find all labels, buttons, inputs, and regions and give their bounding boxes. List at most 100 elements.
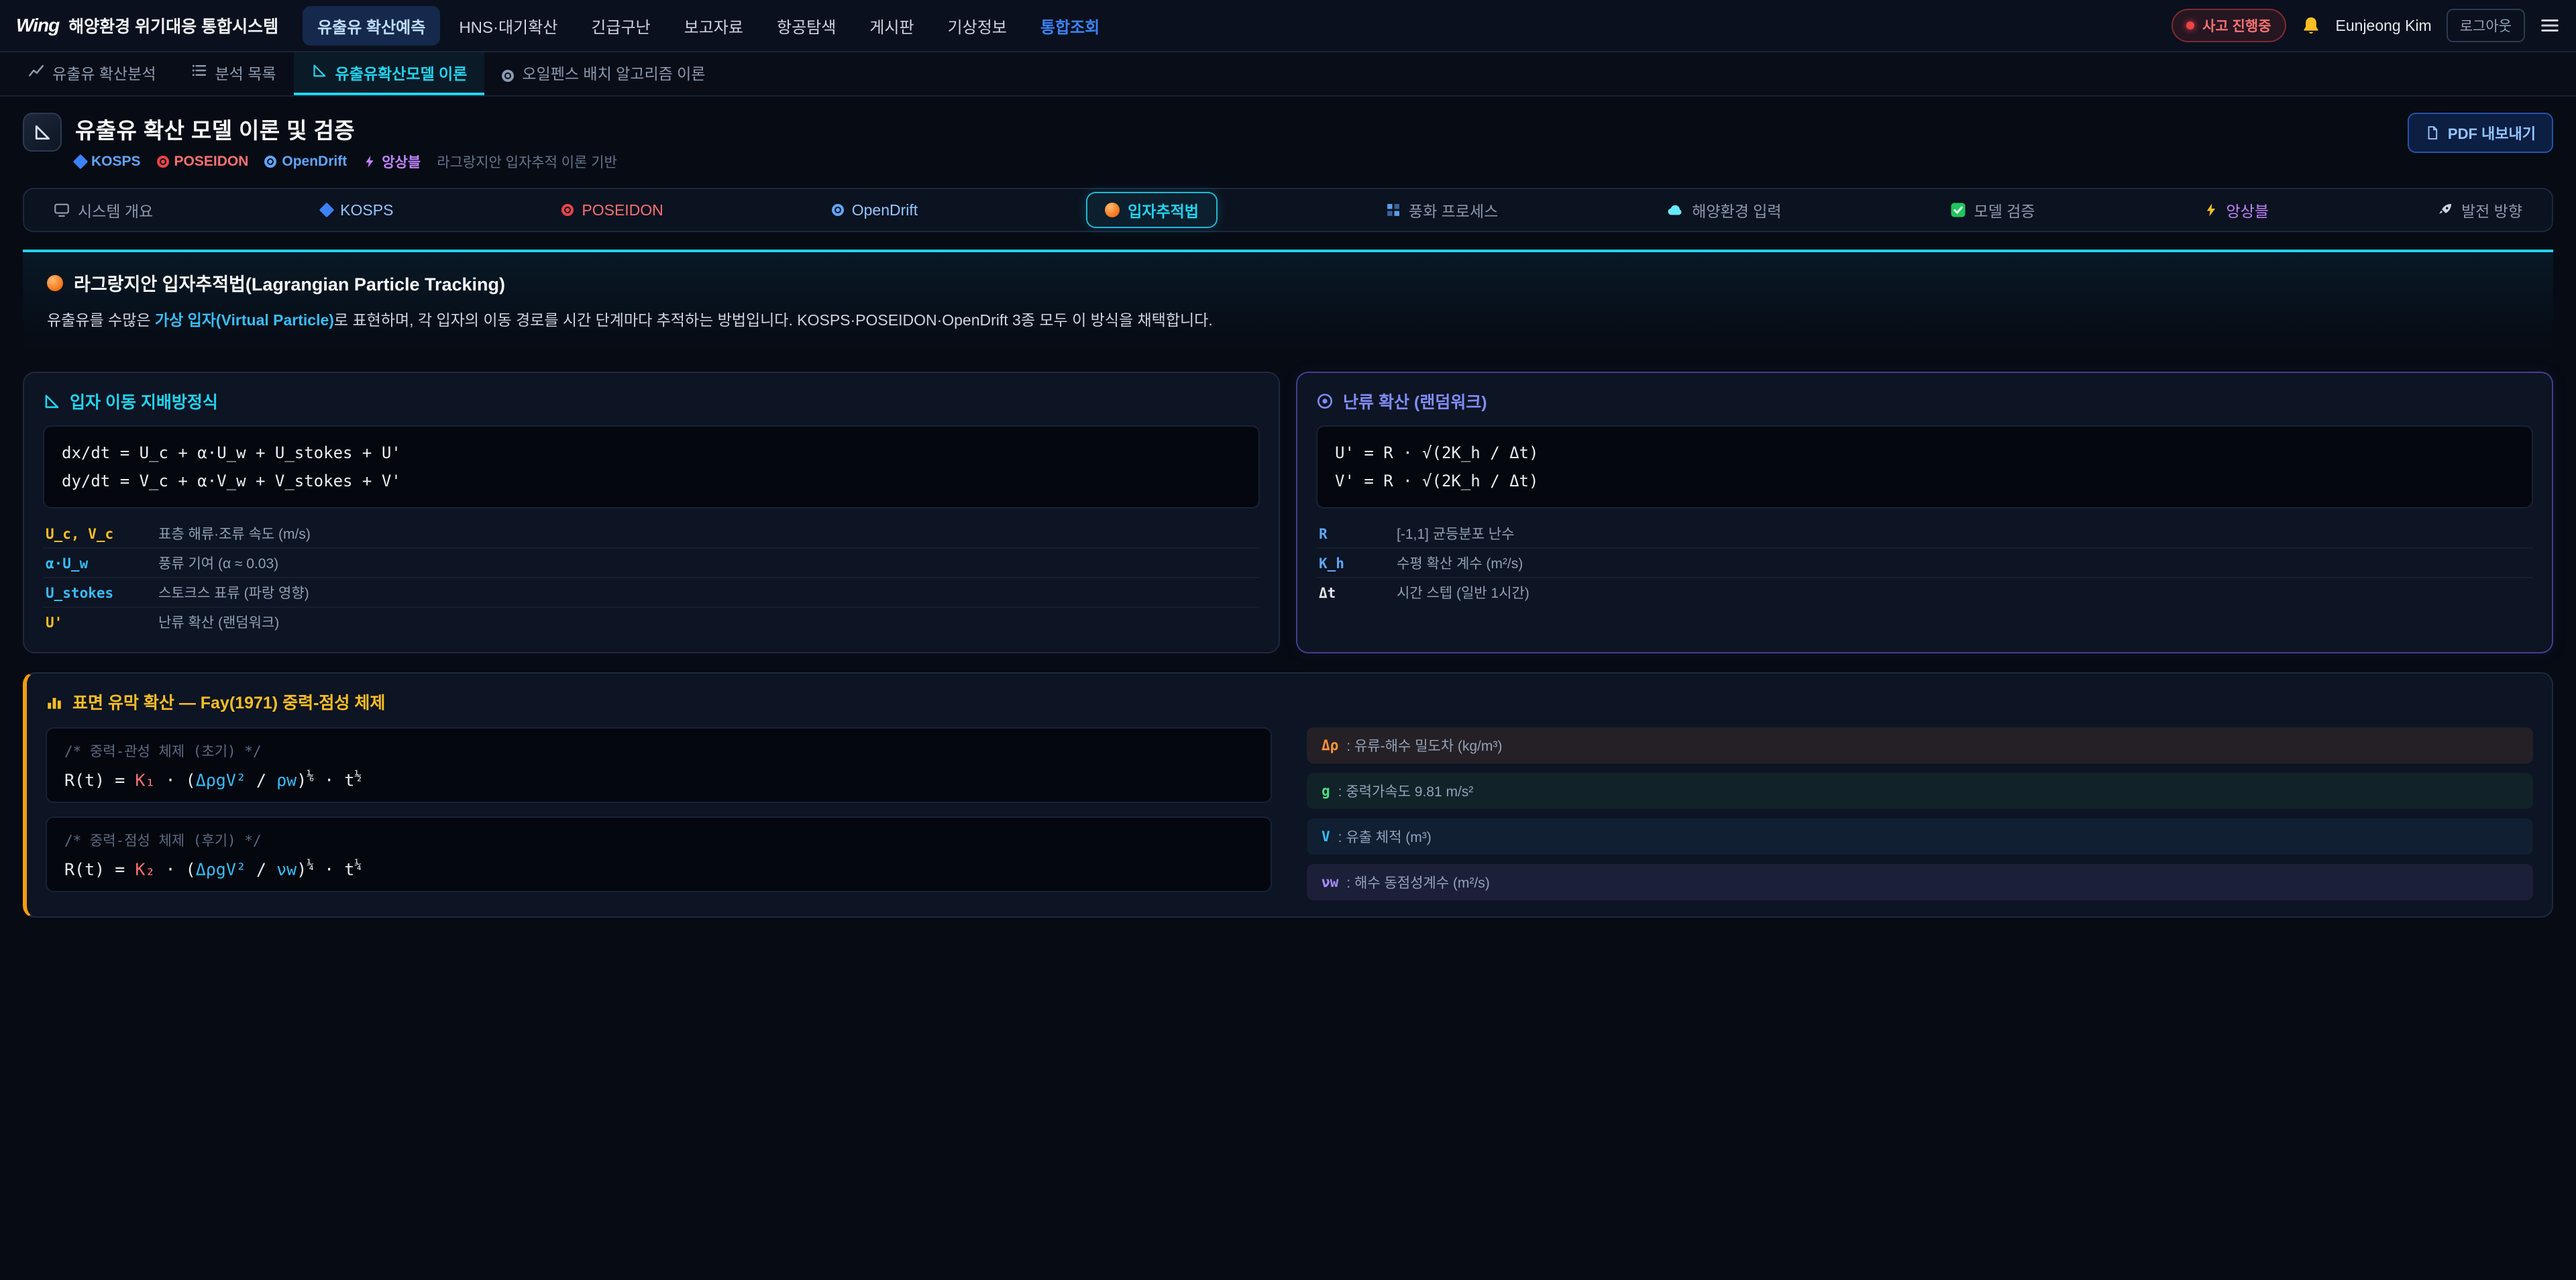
turbulence-card-title-row: 난류 확산 (랜덤워크) — [1316, 389, 2533, 413]
page-header-left: 유출유 확산 모델 이론 및 검증 KOSPS POSEIDON OpenDri… — [23, 113, 617, 172]
topnav-right-cluster: 사고 진행중 Eunjeong Kim 로그아웃 — [2171, 9, 2560, 42]
param-row-kinematic-viscosity: νw : 해수 동점성계수 (m²/s) — [1307, 864, 2533, 900]
app-logo[interactable]: Wing 해양환경 위기대응 통합시스템 — [16, 13, 278, 38]
poseidon-icon — [157, 156, 169, 168]
set-square-icon — [311, 62, 327, 83]
nav-item-aerial-search[interactable]: 항공탐색 — [762, 6, 851, 46]
bar-chart-icon — [46, 693, 63, 710]
fay-grid: /* 중력-관성 체제 (초기) */ R(t) = K₁ · (ΔρgV² /… — [46, 727, 2533, 900]
snav-item-roadmap[interactable]: 발전 방향 — [2437, 199, 2522, 221]
snav-label: 발전 방향 — [2461, 199, 2522, 221]
bell-icon[interactable] — [2301, 15, 2321, 36]
opendrift-icon — [832, 204, 844, 216]
menu-icon[interactable] — [2540, 15, 2560, 36]
nav-item-weather-info[interactable]: 기상정보 — [933, 6, 1022, 46]
badge-label: KOSPS — [91, 154, 141, 170]
legend-term: K_h — [1319, 555, 1397, 572]
formula-part: νw — [276, 859, 297, 879]
legend-desc: [-1,1] 균등분포 난수 — [1397, 523, 1514, 543]
snav-label: 모델 검증 — [1974, 199, 2035, 221]
legend-row: R [-1,1] 균등분포 난수 — [1316, 519, 2533, 547]
fay-gravity-inertia-block: /* 중력-관성 체제 (초기) */ R(t) = K₁ · (ΔρgV² /… — [46, 727, 1272, 803]
code-comment: /* 중력-점성 체제 (후기) */ — [64, 830, 1253, 850]
legend-row: U_c, V_c 표층 해류·조류 속도 (m/s) — [43, 519, 1260, 547]
legend-row: U' 난류 확산 (랜덤워크) — [43, 606, 1260, 636]
formula-part: ΔρgV² — [196, 770, 246, 790]
snav-item-poseidon[interactable]: POSEIDON — [561, 201, 663, 219]
fay-params-column: Δρ : 유류-해수 밀도차 (kg/m³) g : 중력가속도 9.81 m/… — [1307, 727, 2533, 900]
snav-item-ensemble[interactable]: 앙상블 — [2204, 199, 2269, 221]
tab-spill-analysis[interactable]: 유출유 확산분석 — [11, 52, 174, 95]
formula-exponent: ¼ — [354, 858, 362, 872]
param-desc: : 유출 체적 (m³) — [1338, 826, 1432, 847]
formula-part: K₂ — [135, 859, 155, 879]
badge-ensemble: 앙상블 — [363, 152, 421, 172]
badge-label: POSEIDON — [174, 154, 249, 170]
intro-title-row: 라그랑지안 입자추적법(Lagrangian Particle Tracking… — [47, 270, 2529, 296]
fay-spreading-card: 표면 유막 확산 — Fay(1971) 중력-점성 체제 /* 중력-관성 체… — [23, 672, 2553, 918]
target-icon — [1316, 392, 1334, 410]
incident-status-badge[interactable]: 사고 진행중 — [2171, 9, 2286, 42]
turbulence-equations-code: U' = R · √(2K_h / Δt) V' = R · √(2K_h / … — [1316, 425, 2533, 509]
code-comment: /* 중력-관성 체제 (초기) */ — [64, 741, 1253, 761]
nav-item-oil-spill-prediction[interactable]: 유출유 확산예측 — [303, 6, 440, 46]
nav-item-reports[interactable]: 보고자료 — [669, 6, 758, 46]
formula-exponent: ⅙ — [307, 769, 314, 783]
governing-card-title-row: 입자 이동 지배방정식 — [43, 389, 1260, 413]
formula-part: R(t) = — [64, 770, 135, 790]
snav-label: OpenDrift — [852, 201, 918, 219]
lagrangian-intro-panel: 라그랑지안 입자추적법(Lagrangian Particle Tracking… — [23, 250, 2553, 353]
sub-tabbar: 유출유 확산분석 분석 목록 유출유확산모델 이론 오일펜스 배치 알고리즘 이… — [0, 52, 2576, 97]
formula-part: R(t) = — [64, 859, 135, 879]
param-term: g — [1322, 783, 1330, 799]
logout-button[interactable]: 로그아웃 — [2447, 9, 2525, 42]
legend-row: Δt 시간 스텝 (일반 1시간) — [1316, 577, 2533, 606]
fay-formula-2: R(t) = K₂ · (ΔρgV² / νw)¼ · t¼ — [64, 858, 1253, 879]
snav-item-weathering-process[interactable]: 풍화 프로세스 — [1386, 199, 1498, 221]
formula-part: · t — [314, 859, 354, 879]
boom-ring-icon — [502, 64, 514, 82]
page-header: 유출유 확산 모델 이론 및 검증 KOSPS POSEIDON OpenDri… — [0, 97, 2576, 182]
kosps-icon — [319, 203, 335, 218]
param-term: νw — [1322, 874, 1338, 890]
param-row-gravity: g : 중력가속도 9.81 m/s² — [1307, 773, 2533, 809]
legend-term: R — [1319, 526, 1397, 542]
pdf-export-button[interactable]: PDF 내보내기 — [2408, 113, 2553, 153]
nav-item-hns-air-dispersion[interactable]: HNS·대기확산 — [444, 6, 572, 46]
snav-item-ocean-env-input[interactable]: 해양환경 입력 — [1666, 199, 1781, 221]
snav-item-opendrift[interactable]: OpenDrift — [832, 201, 918, 219]
pdf-document-icon — [2425, 125, 2440, 140]
formula-part: ) — [297, 770, 307, 790]
formula-part: ΔρgV² — [196, 859, 246, 879]
code-line: dx/dt = U_c + α·U_w + U_stokes + U' — [62, 439, 1241, 467]
snav-item-model-validation[interactable]: 모델 검증 — [1950, 199, 2035, 221]
legend-row: U_stokes 스토크스 표류 (파랑 영향) — [43, 577, 1260, 606]
tab-analysis-list[interactable]: 분석 목록 — [174, 52, 294, 95]
page-title: 유출유 확산 모델 이론 및 검증 — [75, 113, 617, 145]
snav-label: 풍화 프로세스 — [1409, 199, 1498, 221]
page-meta: KOSPS POSEIDON OpenDrift 앙상블 라그랑지안 입자추 — [75, 152, 617, 172]
badge-label: 앙상블 — [382, 152, 421, 172]
legend-desc: 풍류 기여 (α ≈ 0.03) — [158, 553, 278, 573]
formula-part: · t — [314, 770, 354, 790]
formula-part: ) — [297, 859, 307, 879]
nav-item-integrated-search[interactable]: 통합조회 — [1026, 6, 1114, 46]
section-nav: 시스템 개요 KOSPS POSEIDON OpenDrift 입자추적법 풍화… — [23, 188, 2553, 232]
tab-oil-boom-algorithm-theory[interactable]: 오일펜스 배치 알고리즘 이론 — [484, 52, 722, 95]
snav-item-particle-tracking[interactable]: 입자추적법 — [1086, 192, 1218, 228]
param-desc: : 해수 동점성계수 (m²/s) — [1346, 872, 1489, 892]
nav-item-board[interactable]: 게시판 — [855, 6, 928, 46]
tab-spill-model-theory[interactable]: 유출유확산모델 이론 — [294, 52, 485, 95]
page-title-icon — [23, 113, 62, 152]
formula-part: / — [246, 859, 276, 879]
snav-item-system-overview[interactable]: 시스템 개요 — [54, 199, 153, 221]
snav-item-kosps[interactable]: KOSPS — [321, 201, 393, 219]
formula-exponent: ¼ — [307, 858, 314, 872]
kosps-icon — [73, 154, 89, 170]
fay-gravity-viscous-block: /* 중력-점성 체제 (후기) */ R(t) = K₂ · (ΔρgV² /… — [46, 816, 1272, 892]
cloud-icon — [1666, 201, 1684, 219]
param-desc: : 유류-해수 밀도차 (kg/m³) — [1346, 735, 1502, 755]
incident-status-label: 사고 진행중 — [2202, 15, 2271, 36]
equation-cards-row: 입자 이동 지배방정식 dx/dt = U_c + α·U_w + U_stok… — [23, 372, 2553, 653]
nav-item-emergency-rescue[interactable]: 긴급구난 — [576, 6, 665, 46]
